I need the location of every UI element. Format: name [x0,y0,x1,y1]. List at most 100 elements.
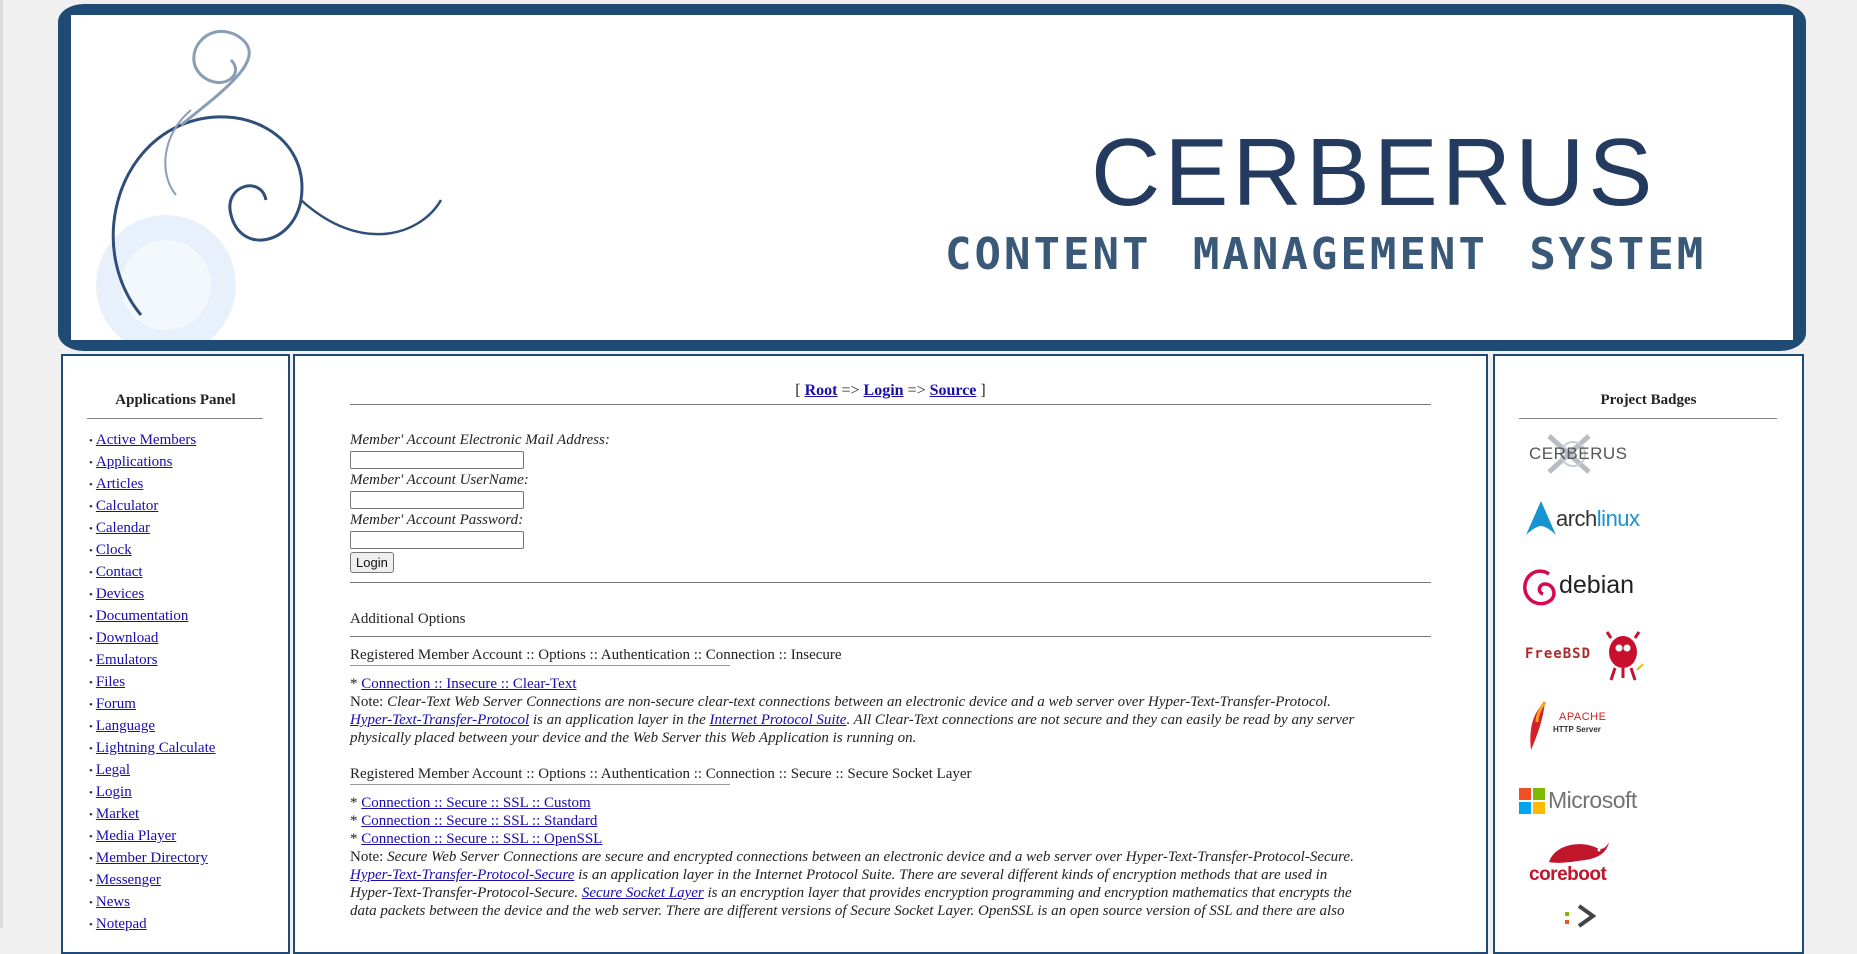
list-item: • Login [89,781,215,803]
link-secure-socket-layer[interactable]: Secure Socket Layer [582,885,704,901]
note-text: Hyper-Text-Transfer-Protocol-Secure. [350,885,582,901]
bullet-icon: • [89,699,93,711]
debian-badge[interactable]: debian [1519,560,1649,614]
app-link-lightning-calculate[interactable]: Lightning Calculate [96,740,216,756]
applications-panel: Applications Panel • Active Members • Appl… [61,354,290,954]
main-content-panel: [ Root => Login => Source ] Member' Acco… [293,354,1488,954]
note-text: is an application layer in the [529,712,710,728]
password-field[interactable] [350,531,524,549]
note-prefix: Note: [350,849,388,865]
list-item: • Calendar [89,517,215,539]
divider [350,784,730,785]
app-link-contact[interactable]: Contact [96,564,143,580]
link-http[interactable]: Hyper-Text-Transfer-Protocol [350,712,529,728]
divider [350,582,1431,583]
app-link-download[interactable]: Download [96,630,159,646]
bullet-icon: • [89,479,93,491]
list-item: • Lightning Calculate [89,737,215,759]
app-link-calculator[interactable]: Calculator [96,498,158,514]
list-item: • Forum [89,693,215,715]
bullet-icon: • [89,853,93,865]
apache-badge-text: APACHE [1559,711,1607,723]
coreboot-badge[interactable]: coreboot [1519,836,1649,890]
app-link-messenger[interactable]: Messenger [96,872,161,888]
breadcrumb: [ Root => Login => Source ] [350,380,1431,402]
bullet-icon: • [89,545,93,557]
breadcrumb-login-link[interactable]: Login [864,382,904,399]
bullet-icon: • [89,611,93,623]
list-item: * Connection :: Secure :: SSL :: OpenSSL [350,831,603,847]
link-internet-protocol-suite[interactable]: Internet Protocol Suite [710,712,847,728]
app-link-clock[interactable]: Clock [96,542,132,558]
app-link-devices[interactable]: Devices [96,586,144,602]
breadcrumb-close: ] [980,382,986,399]
note-text: Clear-Text Web Server Connections are no… [387,694,1331,710]
app-link-media-player[interactable]: Media Player [96,828,176,844]
list-item: • Active Members [89,429,215,451]
banner-subtitle: CONTENT MANAGEMENT SYSTEM [945,229,1707,280]
swirl-logo-icon [96,29,443,340]
divider [1519,418,1777,419]
note-text: is an application layer in the Internet … [574,867,1328,883]
divider [87,418,263,419]
list-item: • Market [89,803,215,825]
list-item: * Connection :: Insecure :: Clear-Text [350,676,577,692]
app-link-documentation[interactable]: Documentation [96,608,188,624]
list-item: • Devices [89,583,215,605]
app-link-emulators[interactable]: Emulators [96,652,158,668]
breadcrumb-root-link[interactable]: Root [805,382,838,399]
breadcrumb-source-link[interactable]: Source [930,382,977,399]
bullet-icon: • [89,501,93,513]
app-link-language[interactable]: Language [96,718,155,734]
link-ssl-standard[interactable]: Connection :: Secure :: SSL :: Standard [361,813,597,829]
app-link-files[interactable]: Files [96,674,125,690]
microsoft-badge[interactable]: Microsoft [1519,774,1649,828]
list-item: • Emulators [89,649,215,671]
app-link-market[interactable]: Market [96,806,139,822]
app-link-notepad[interactable]: Notepad [96,916,147,932]
link-insecure-clear-text[interactable]: Connection :: Insecure :: Clear-Text [361,676,576,692]
breadcrumb-separator: => [907,382,926,399]
app-link-forum[interactable]: Forum [96,696,136,712]
link-ssl-custom[interactable]: Connection :: Secure :: SSL :: Custom [361,795,590,811]
app-link-articles[interactable]: Articles [96,476,143,492]
login-button[interactable]: Login [350,552,394,573]
apache-badge[interactable]: APACHE HTTP Server [1519,700,1649,754]
freebsd-daemon-icon [1605,631,1644,681]
archlinux-badge[interactable]: archlinux [1519,492,1649,546]
list-item: • News [89,891,215,913]
app-link-active-members[interactable]: Active Members [96,432,196,448]
app-link-applications[interactable]: Applications [96,454,173,470]
app-link-news[interactable]: News [96,894,130,910]
email-label: Member' Account Electronic Mail Address: [350,432,610,448]
username-field[interactable] [350,491,524,509]
list-item: • Clock [89,539,215,561]
freebsd-badge[interactable]: FreeBSD [1519,630,1649,684]
app-link-calendar[interactable]: Calendar [96,520,150,536]
main-content: [ Root => Login => Source ] Member' Acco… [350,380,1431,920]
bullet-icon: • [89,633,93,645]
list-item: • Notepad [89,913,215,935]
page-edge [0,0,3,928]
list-item: • Member Directory [89,847,215,869]
site-banner: CERBERUS CONTENT MANAGEMENT SYSTEM [58,4,1806,351]
app-link-member-directory[interactable]: Member Directory [96,850,208,866]
insecure-section-heading: Registered Member Account :: Options :: … [350,647,842,663]
login-form: Member' Account Electronic Mail Address:… [350,405,1431,573]
microsoft-badge-text: Microsoft [1548,787,1637,813]
app-link-login[interactable]: Login [96,784,132,800]
password-label: Member' Account Password: [350,512,524,528]
link-https[interactable]: Hyper-Text-Transfer-Protocol-Secure [350,867,574,883]
cerberus-badge[interactable]: CERBERUS [1519,428,1649,482]
app-link-legal[interactable]: Legal [96,762,130,778]
note-text: physically placed between your device an… [350,730,917,746]
note-text: Secure Web Server Connections are secure… [387,849,1354,865]
link-ssl-openssl[interactable]: Connection :: Secure :: SSL :: OpenSSL [361,831,602,847]
bullet-icon: • [89,721,93,733]
project-badges-heading: Project Badges [1600,392,1697,408]
email-field[interactable] [350,451,524,469]
list-item: • Documentation [89,605,215,627]
username-label: Member' Account UserName: [350,472,529,488]
bullet-icon: • [89,765,93,777]
list-item: • Calculator [89,495,215,517]
